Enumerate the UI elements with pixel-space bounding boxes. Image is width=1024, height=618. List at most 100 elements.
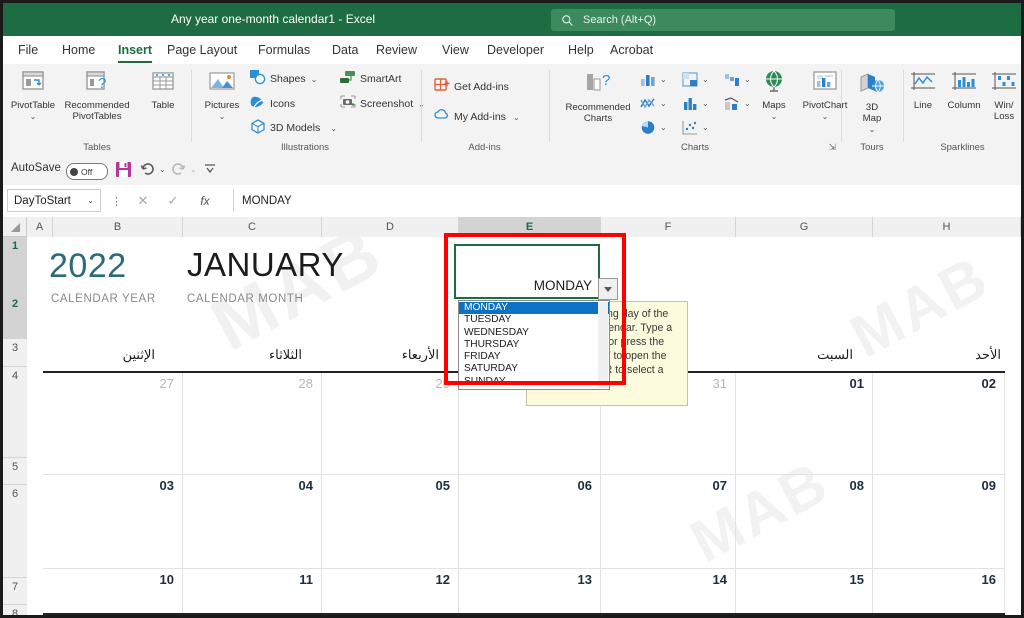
- row-header-1[interactable]: 1: [3, 237, 27, 295]
- formula-bar-handle[interactable]: ⋮: [111, 195, 122, 208]
- calendar-cell[interactable]: 27: [43, 373, 183, 475]
- chevron-down-icon[interactable]: ⌄: [30, 112, 37, 121]
- column-header-b[interactable]: B: [53, 217, 183, 237]
- screenshot-button[interactable]: Screenshot ⌄: [340, 95, 425, 113]
- formula-input[interactable]: MONDAY: [233, 189, 1017, 212]
- calendar-cell[interactable]: 15: [736, 569, 873, 615]
- calendar-cell[interactable]: 07: [601, 475, 736, 569]
- bar-chart-dropdown[interactable]: ⌄: [682, 96, 709, 111]
- smartart-button[interactable]: SmartArt: [340, 70, 401, 88]
- dropdown-option-monday[interactable]: MONDAY: [459, 302, 609, 315]
- calendar-cell[interactable]: 08: [736, 475, 873, 569]
- pie-chart-dropdown[interactable]: ⌄: [640, 120, 667, 135]
- hierarchy-chart-dropdown[interactable]: ⌄: [682, 72, 709, 87]
- recommended-pivot-tables-button[interactable]: ? Recommended PivotTables: [59, 68, 135, 122]
- autosave-toggle[interactable]: Off: [66, 163, 108, 180]
- chevron-down-icon[interactable]: ⌄: [190, 165, 197, 174]
- validation-dropdown-list[interactable]: MONDAY TUESDAY WEDNESDAY THURSDAY FRIDAY…: [458, 300, 610, 391]
- enter-button[interactable]: ✓: [161, 189, 185, 212]
- dropdown-option-thursday[interactable]: THURSDAY: [459, 339, 609, 351]
- calendar-cell[interactable]: 10: [43, 569, 183, 615]
- save-button[interactable]: [115, 161, 132, 178]
- calendar-cell[interactable]: 11: [183, 569, 322, 615]
- calendar-cell[interactable]: 12: [322, 569, 459, 615]
- column-header-d[interactable]: D: [322, 217, 459, 237]
- calendar-cell[interactable]: 16: [873, 569, 1005, 615]
- scatter-chart-dropdown[interactable]: ⌄: [682, 120, 709, 135]
- row-header-3[interactable]: 3: [3, 339, 27, 367]
- name-box[interactable]: DayToStart ⌄: [7, 189, 101, 212]
- tab-file[interactable]: File: [11, 36, 45, 64]
- tab-view[interactable]: View: [435, 36, 476, 64]
- chevron-down-icon[interactable]: ⌄: [159, 165, 166, 174]
- column-header-f[interactable]: F: [601, 217, 736, 237]
- search-input[interactable]: Search (Alt+Q): [551, 9, 895, 31]
- calendar-cell[interactable]: 04: [183, 475, 322, 569]
- cancel-button[interactable]: ✕: [131, 189, 155, 212]
- icons-button[interactable]: Icons: [250, 95, 295, 113]
- 3d-map-button[interactable]: 3D Map ⌄: [844, 68, 900, 135]
- row-header-8[interactable]: 8: [3, 605, 27, 615]
- tab-help[interactable]: Help: [561, 36, 601, 64]
- chevron-down-icon[interactable]: ⌄: [513, 113, 520, 122]
- column-header-h[interactable]: H: [873, 217, 1021, 237]
- insert-function-button[interactable]: fx: [193, 189, 217, 212]
- column-header-a[interactable]: A: [27, 217, 53, 237]
- calendar-cell[interactable]: 28: [183, 373, 322, 475]
- tab-insert[interactable]: Insert: [111, 36, 159, 64]
- chevron-down-icon[interactable]: ⌄: [771, 112, 778, 121]
- column-header-e[interactable]: E: [459, 217, 601, 237]
- row-header-6[interactable]: 6: [3, 485, 27, 578]
- tab-data[interactable]: Data: [325, 36, 365, 64]
- line-chart-dropdown[interactable]: ⌄: [640, 96, 667, 111]
- dropdown-option-sunday[interactable]: SUNDAY: [459, 376, 609, 388]
- tab-page-layout[interactable]: Page Layout: [160, 36, 244, 64]
- sparkline-column-button[interactable]: Column: [942, 68, 986, 111]
- chevron-down-icon[interactable]: ⌄: [822, 112, 829, 121]
- column-header-g[interactable]: G: [736, 217, 873, 237]
- pictures-button[interactable]: Pictures ⌄: [194, 68, 250, 122]
- chevron-down-icon[interactable]: ⌄: [219, 112, 226, 121]
- undo-button[interactable]: ⌄: [139, 161, 166, 178]
- calendar-cell[interactable]: 13: [459, 569, 601, 615]
- dropdown-option-friday[interactable]: FRIDAY: [459, 351, 609, 363]
- selected-cell-daytostart[interactable]: MONDAY: [454, 244, 600, 299]
- calendar-cell[interactable]: 06: [459, 475, 601, 569]
- column-chart-dropdown[interactable]: ⌄: [640, 72, 667, 87]
- row-header-7[interactable]: 7: [3, 578, 27, 605]
- tab-developer[interactable]: Developer: [480, 36, 551, 64]
- calendar-cell[interactable]: 03: [43, 475, 183, 569]
- calendar-cell[interactable]: 09: [873, 475, 1005, 569]
- chevron-down-icon[interactable]: ⌄: [869, 125, 876, 134]
- my-addins-button[interactable]: My Add-ins ⌄: [434, 108, 520, 126]
- tab-review[interactable]: Review: [369, 36, 424, 64]
- column-header-c[interactable]: C: [183, 217, 322, 237]
- charts-dialog-launcher[interactable]: ⇲: [828, 142, 836, 153]
- dropdown-option-wednesday[interactable]: WEDNESDAY: [459, 327, 609, 339]
- get-addins-button[interactable]: Get Add-ins: [434, 78, 509, 96]
- recommended-charts-button[interactable]: ? Recommended Charts: [558, 68, 638, 124]
- tab-home[interactable]: Home: [55, 36, 102, 64]
- sparkline-line-button[interactable]: Line: [904, 68, 942, 111]
- table-button[interactable]: Table: [135, 68, 191, 111]
- pivot-table-button[interactable]: PivotTable ⌄: [5, 68, 61, 122]
- tab-acrobat[interactable]: Acrobat: [603, 36, 660, 64]
- calendar-cell[interactable]: 02: [873, 373, 1005, 475]
- dropdown-scrollbar[interactable]: [598, 302, 608, 389]
- calendar-cell[interactable]: 29: [322, 373, 459, 475]
- customize-quick-access-button[interactable]: [203, 161, 217, 175]
- redo-button[interactable]: ⌄: [170, 161, 197, 178]
- sparkline-winloss-button[interactable]: Win/ Loss: [986, 68, 1021, 122]
- chevron-down-icon[interactable]: ⌄: [311, 75, 318, 84]
- row-header-2[interactable]: 2: [3, 295, 27, 339]
- calendar-cell[interactable]: 01: [736, 373, 873, 475]
- validation-dropdown-button[interactable]: [598, 278, 618, 300]
- chevron-down-icon[interactable]: ⌄: [330, 124, 337, 133]
- chevron-down-icon[interactable]: ⌄: [87, 196, 94, 205]
- 3d-models-button[interactable]: 3D Models ⌄: [250, 119, 337, 137]
- dropdown-option-tuesday[interactable]: TUESDAY: [459, 314, 609, 326]
- calendar-cell[interactable]: 14: [601, 569, 736, 615]
- dropdown-option-saturday[interactable]: SATURDAY: [459, 363, 609, 375]
- shapes-button[interactable]: Shapes ⌄: [250, 70, 317, 88]
- calendar-cell[interactable]: 05: [322, 475, 459, 569]
